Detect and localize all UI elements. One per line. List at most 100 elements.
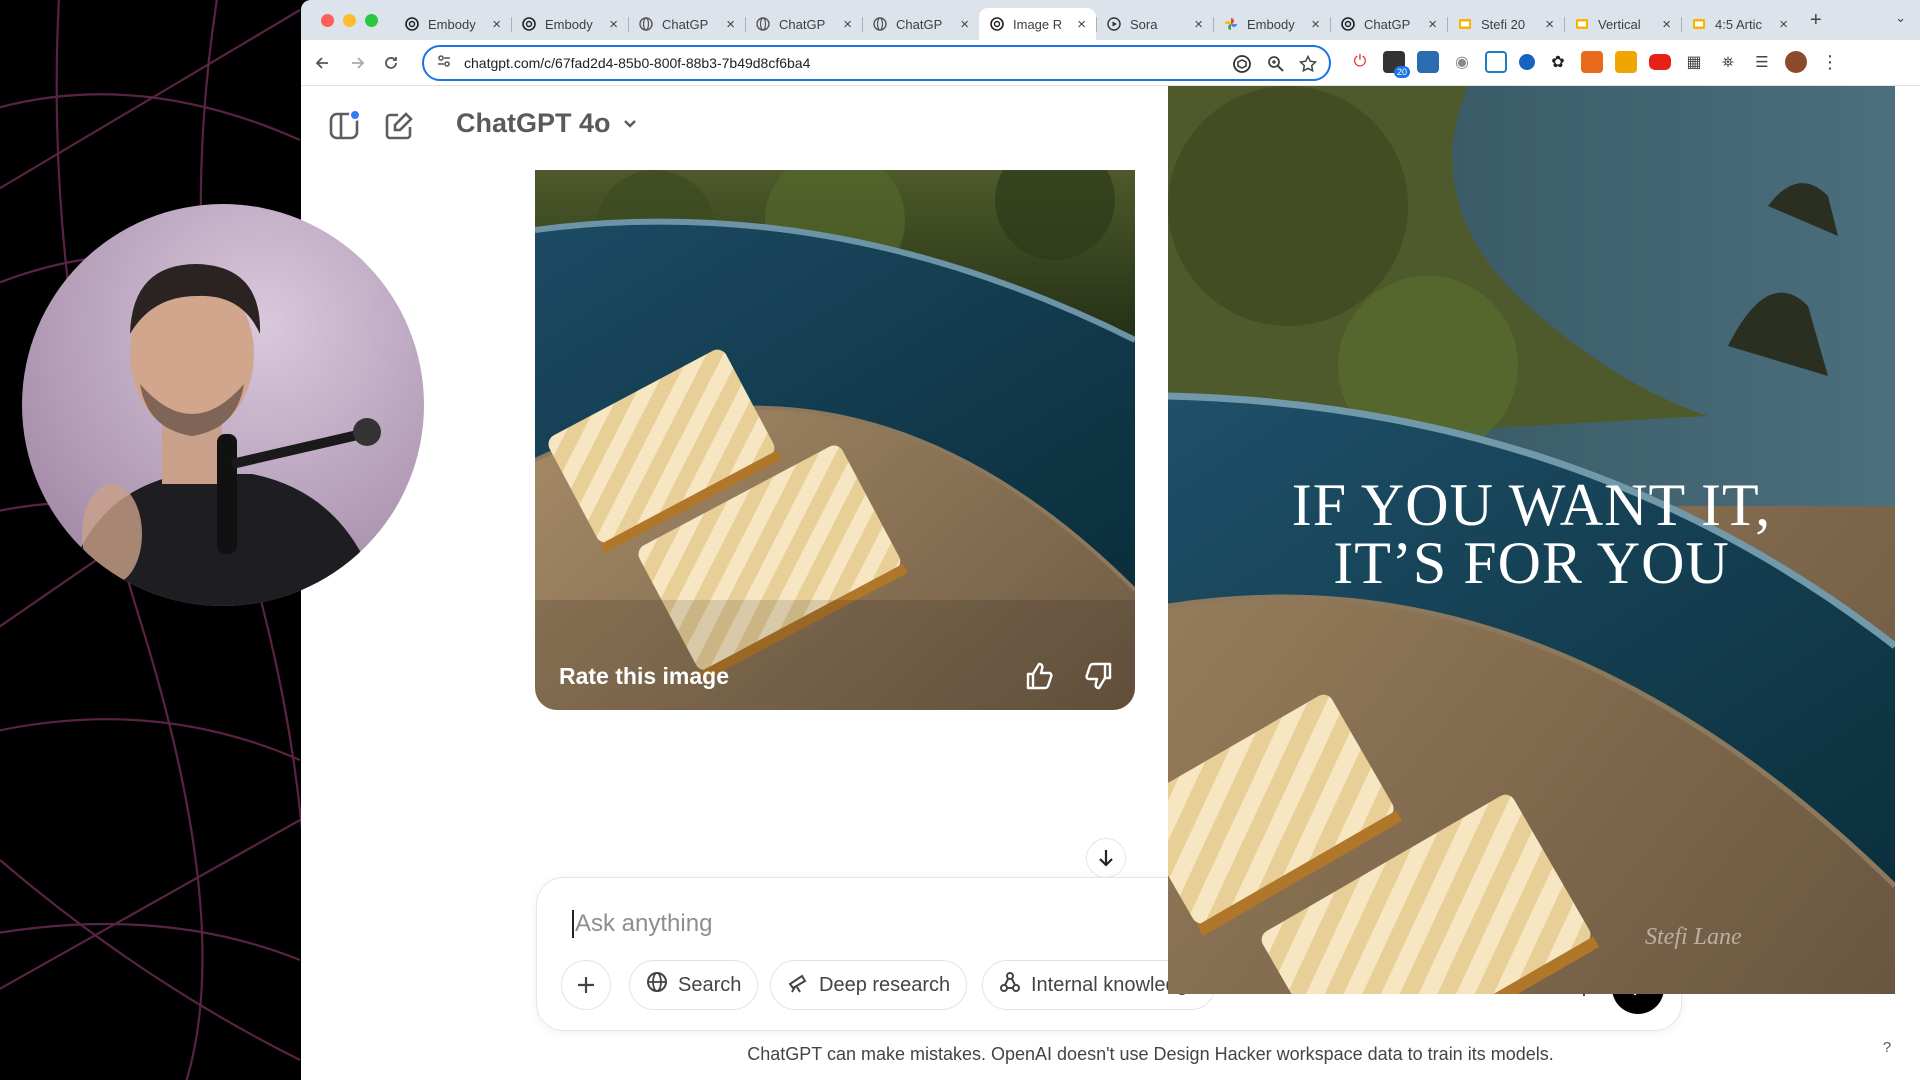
model-title: ChatGPT 4o (456, 108, 611, 138)
globe-icon (638, 16, 654, 32)
window-controls (321, 13, 378, 27)
pool-image (535, 170, 1135, 710)
browser-tab[interactable]: Image R × (979, 8, 1096, 40)
bookmark-star-icon[interactable] (1298, 54, 1318, 78)
openai-icon (521, 16, 537, 32)
pixel-extension-icon[interactable] (1417, 51, 1439, 73)
close-tab-icon[interactable]: × (843, 16, 852, 33)
close-tab-icon[interactable]: × (1311, 16, 1320, 33)
globe-icon (872, 16, 888, 32)
close-tab-icon[interactable]: × (1077, 16, 1086, 33)
youtube-extension-icon[interactable] (1649, 54, 1671, 70)
telescope-icon (787, 971, 809, 999)
back-button[interactable] (307, 47, 339, 79)
chevron-down-icon (621, 108, 639, 139)
openai-extension-icon[interactable]: ✿ (1547, 51, 1569, 73)
sidebar-toggle-icon[interactable] (325, 106, 365, 146)
tabs: Embody × Embody × ChatGP × ChatGP × ChatGP × Image… (394, 0, 1798, 40)
generated-image[interactable]: Rate this image (535, 170, 1135, 710)
browser-tab[interactable]: ChatGP × (862, 8, 979, 40)
globe-icon (646, 971, 668, 999)
browser-tab[interactable]: Vertical × (1564, 8, 1681, 40)
browser-tab[interactable]: Embody × (1213, 8, 1330, 40)
poster-line-2: IT’S FOR YOU (1333, 530, 1730, 596)
webcam-bubble (22, 204, 424, 606)
search-button[interactable]: Search (629, 960, 759, 1010)
disclaimer-text: ChatGPT can make mistakes. OpenAI doesn'… (747, 1044, 1554, 1064)
orange-extension-icon[interactable] (1581, 51, 1603, 73)
tab-strip: Embody × Embody × ChatGP × ChatGP × ChatGP × Image… (301, 0, 1920, 40)
rate-image-label: Rate this image (559, 663, 729, 689)
pinwheel-icon (1223, 16, 1239, 32)
extensions-bar: ⏻ 20 ◉ ✿ ▦ ⛯ ☰ ⋮ (1349, 51, 1841, 78)
browser-tab[interactable]: ChatGP × (1330, 8, 1447, 40)
close-tab-icon[interactable]: × (726, 16, 735, 33)
extension-badge: 20 (1393, 66, 1410, 78)
site-settings-icon[interactable] (436, 53, 452, 74)
browser-tab[interactable]: Sora × (1096, 8, 1213, 40)
tab-title: ChatGP (1364, 16, 1411, 32)
minimize-window-button[interactable] (343, 13, 356, 27)
deep-research-button[interactable]: Deep research (770, 960, 968, 1010)
connectors-icon (999, 971, 1021, 999)
deep-research-label: Deep research (819, 973, 951, 996)
tab-title: Image R (1013, 16, 1063, 32)
folder-extension-icon[interactable] (1615, 51, 1637, 73)
scroll-down-button[interactable] (1086, 838, 1126, 878)
reload-button[interactable] (375, 47, 407, 79)
close-tab-icon[interactable]: × (492, 16, 501, 33)
reading-list-icon[interactable]: ☰ (1751, 51, 1773, 73)
poster-headline: IF YOU WANT IT, IT’S FOR YOU (1168, 475, 1895, 596)
close-window-button[interactable] (321, 13, 334, 27)
help-button[interactable]: ? (1872, 1032, 1902, 1062)
tab-title: 4:5 Artic (1715, 16, 1762, 32)
forward-button[interactable] (341, 47, 373, 79)
new-chat-icon[interactable] (379, 106, 419, 146)
blue-circle-extension-icon[interactable] (1519, 54, 1535, 70)
slides-icon (1457, 16, 1473, 32)
close-tab-icon[interactable]: × (1779, 16, 1788, 33)
camera-extension-icon[interactable]: ◉ (1451, 51, 1473, 73)
slides-icon (1691, 16, 1707, 32)
tab-title: ChatGP (896, 16, 943, 32)
browser-menu-icon[interactable]: ⋮ (1819, 51, 1841, 73)
browser-tab[interactable]: Stefi 20 × (1447, 8, 1564, 40)
calendar-extension-icon[interactable]: 20 (1383, 51, 1410, 78)
search-label: Search (678, 973, 742, 996)
browser-tab[interactable]: ChatGP × (628, 8, 745, 40)
zoom-window-button[interactable] (365, 13, 378, 27)
address-bar[interactable]: chatgpt.com/c/67fad2d4-85b0-800f-88b3-7b… (422, 45, 1331, 81)
thumbs-down-icon[interactable] (1079, 656, 1119, 696)
model-selector[interactable]: ChatGPT 4o (456, 108, 639, 139)
browser-tab[interactable]: ChatGP × (745, 8, 862, 40)
tab-title: Vertical (1598, 16, 1641, 32)
attach-plus-button[interactable] (561, 960, 611, 1010)
browser-tab[interactable]: Embody × (511, 8, 628, 40)
close-tab-icon[interactable]: × (960, 16, 969, 33)
puzzle-extensions-icon[interactable]: ▦ (1683, 51, 1705, 73)
new-tab-button[interactable]: + (1810, 9, 1822, 32)
profile-avatar[interactable] (1785, 51, 1807, 73)
browser-tab[interactable]: 4:5 Artic × (1681, 8, 1798, 40)
openai-icon (1340, 16, 1356, 32)
close-tab-icon[interactable]: × (1194, 16, 1203, 33)
screenshot-extension-icon[interactable] (1485, 51, 1507, 73)
thumbs-up-icon[interactable] (1019, 656, 1059, 696)
openai-icon (404, 16, 420, 32)
globe-icon (755, 16, 771, 32)
close-tab-icon[interactable]: × (609, 16, 618, 33)
browser-tab[interactable]: Embody × (394, 8, 511, 40)
tab-title: Embody (545, 16, 593, 32)
prompt-input[interactable]: Ask anything (571, 910, 712, 938)
close-tab-icon[interactable]: × (1428, 16, 1437, 33)
chatgpt-extension-icon[interactable] (1231, 53, 1253, 80)
incognito-extension-icon[interactable]: ⛯ (1717, 51, 1739, 73)
zoom-icon[interactable] (1267, 55, 1285, 78)
slides-icon (1574, 16, 1590, 32)
close-tab-icon[interactable]: × (1662, 16, 1671, 33)
power-extension-icon[interactable]: ⏻ (1349, 51, 1371, 73)
close-tab-icon[interactable]: × (1545, 16, 1554, 33)
tab-search-icon[interactable]: ⌄ (1895, 10, 1906, 26)
tab-title: ChatGP (779, 16, 826, 32)
tab-title: Stefi 20 (1481, 16, 1526, 32)
